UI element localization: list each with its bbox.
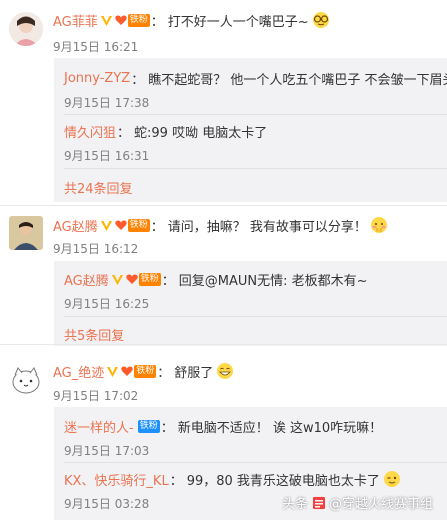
- reply-text: 新电脑不适应！ 诶 这w10咋玩嘛！: [177, 420, 383, 436]
- username[interactable]: AG菲菲: [53, 11, 98, 30]
- comment-1: AG菲菲 铁粉 ： 打不好一人一个嘴巴子~ 9月15日 16:21 Jonny-…: [0, 0, 447, 208]
- reply-username[interactable]: KX、快乐骑行_KL: [64, 470, 169, 489]
- colon: ：: [160, 420, 174, 436]
- divider: [64, 462, 447, 463]
- reply-item: AG赵腾 铁粉 ： 回复@MAUN无情: 老板都木有~: [64, 269, 368, 289]
- fan-badge: 铁粉: [115, 218, 150, 232]
- comment-2: AG赵腾 铁粉 ： 请问，抽嘛？ 我有故事可以分享！ 9月15日 16:12 A…: [0, 206, 447, 346]
- colon: ：: [161, 273, 175, 289]
- reply-text: 蛇:99 哎呦 电脑太卡了: [134, 125, 268, 141]
- reply-username[interactable]: AG赵腾: [64, 270, 109, 289]
- fan-tag: 铁粉: [134, 364, 157, 378]
- reply-date: 9月15日 16:31: [64, 149, 150, 163]
- heart-icon: [115, 15, 127, 25]
- reply-item: 情久闪狙 ： 蛇:99 哎呦 电脑太卡了: [64, 121, 267, 141]
- colon: ：: [131, 72, 145, 88]
- wink-emoji-icon: [383, 471, 400, 487]
- reply-date: 9月15日 17:38: [64, 96, 150, 110]
- watermark-left: 头条: [281, 497, 308, 512]
- fan-badge: 铁粉: [126, 272, 161, 286]
- fan-tag: 铁粉: [137, 419, 160, 433]
- username[interactable]: AG_绝迹: [53, 362, 104, 381]
- heart-icon: [126, 274, 138, 284]
- grin-emoji-icon: [217, 363, 234, 379]
- heart-icon: [115, 220, 127, 230]
- reply-box: AG赵腾 铁粉 ： 回复@MAUN无情: 老板都木有~ 9月15日 16:25 …: [54, 261, 447, 346]
- reply-date: 9月15日 17:03: [64, 444, 150, 458]
- reply-box: Jonny-ZYZ ： 瞧不起蛇哥？ 他一个人吃五个嘴巴子 不会皱一下眉头 9月…: [54, 58, 447, 202]
- reply-username[interactable]: Jonny-ZYZ: [64, 71, 130, 86]
- divider: [64, 114, 447, 115]
- verified-icon: [100, 15, 112, 26]
- avatar[interactable]: [9, 363, 43, 397]
- watermark: 头条 @穿越火线赛事组: [282, 493, 433, 512]
- reply-username[interactable]: 情久闪狙: [64, 122, 116, 141]
- comment-text: 请问，抽嘛？ 我有故事可以分享！: [167, 219, 367, 235]
- toutiao-logo-icon: [312, 495, 326, 510]
- reply-text: 回复@MAUN无情: 老板都木有~: [178, 273, 368, 289]
- heart-icon: [121, 366, 133, 376]
- fan-badge: 铁粉: [115, 13, 150, 27]
- reply-date: 9月15日 03:28: [64, 497, 150, 511]
- reply-date: 9月15日 16:25: [64, 297, 150, 311]
- colon: ：: [169, 473, 183, 489]
- colon: ：: [150, 14, 164, 30]
- comment-text: 舒服了: [174, 365, 214, 381]
- reply-username[interactable]: 迷一样的人-: [64, 417, 134, 436]
- colon: ：: [117, 125, 131, 141]
- comment-date: 9月15日 17:02: [53, 389, 139, 403]
- divider: [64, 168, 447, 169]
- colon: ：: [150, 219, 164, 235]
- more-replies-link[interactable]: 共24条回复: [64, 178, 133, 197]
- avatar[interactable]: [9, 216, 43, 250]
- verified-icon: [107, 366, 119, 377]
- shy-emoji-icon: [370, 217, 387, 233]
- fan-badge: 铁粉: [121, 364, 157, 378]
- comment-date: 9月15日 16:12: [53, 242, 139, 256]
- more-replies-link[interactable]: 共5条回复: [64, 325, 124, 344]
- verified-icon: [111, 274, 123, 285]
- reply-item: 迷一样的人- 铁粉 ： 新电脑不适应！ 诶 这w10咋玩嘛！: [64, 416, 382, 436]
- comment-text: 打不好一人一个嘴巴子~: [167, 14, 309, 30]
- comment-date: 9月15日 16:21: [53, 40, 139, 54]
- fan-tag: 铁粉: [138, 272, 161, 286]
- avatar[interactable]: [9, 12, 43, 46]
- username[interactable]: AG赵腾: [53, 216, 98, 235]
- reply-item: KX、快乐骑行_KL ： 99，80 我青乐这破电脑也太卡了: [64, 469, 401, 489]
- divider: [64, 316, 447, 317]
- fan-tag: 铁粉: [127, 13, 150, 27]
- verified-icon: [100, 220, 112, 231]
- glasses-emoji-icon: [312, 12, 329, 28]
- colon: ：: [157, 365, 171, 381]
- watermark-account: @穿越火线赛事组: [328, 497, 433, 512]
- reply-text: 99，80 我青乐这破电脑也太卡了: [186, 473, 380, 489]
- fan-tag: 铁粉: [127, 218, 150, 232]
- reply-item: Jonny-ZYZ ： 瞧不起蛇哥？ 他一个人吃五个嘴巴子 不会皱一下眉头: [64, 68, 447, 88]
- reply-text: 瞧不起蛇哥？ 他一个人吃五个嘴巴子 不会皱一下眉头: [148, 72, 447, 88]
